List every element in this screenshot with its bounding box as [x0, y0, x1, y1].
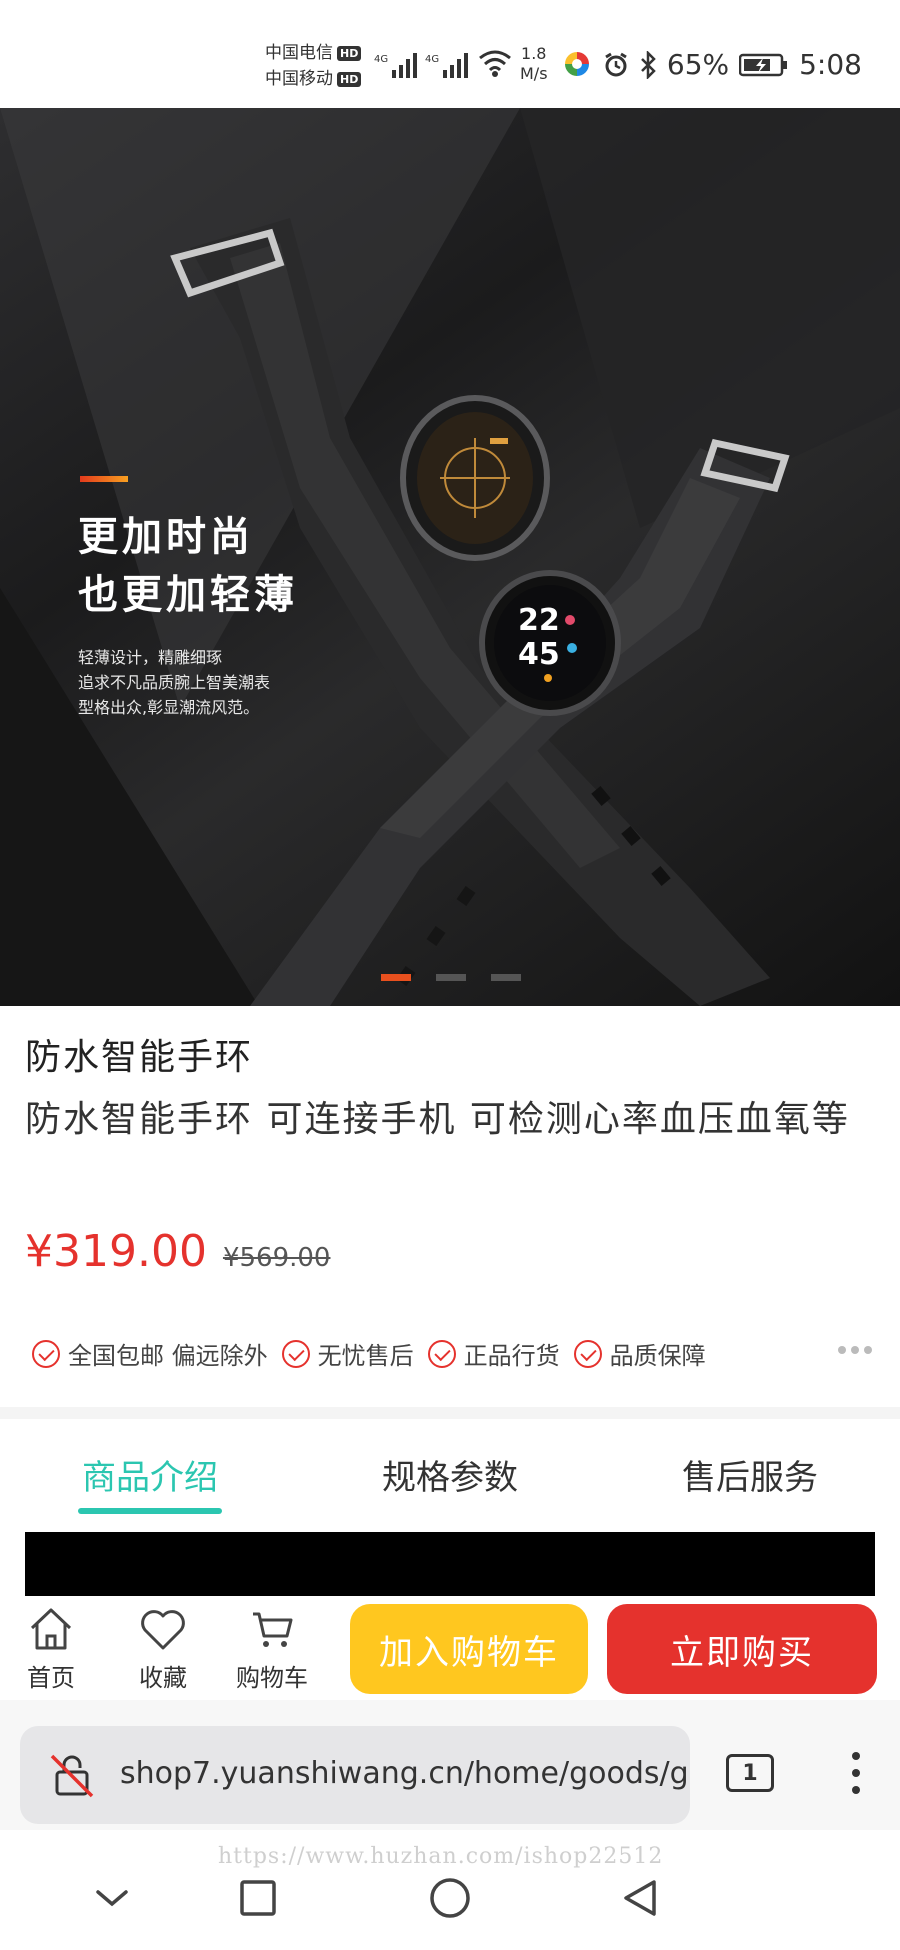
carrier-2-name: 中国移动 — [265, 69, 333, 89]
service-guarantees: 全国包邮 偏远除外 无忧售后 正品行货 品质保障 — [32, 1336, 872, 1371]
hero-accent-bar — [80, 476, 128, 482]
tab-label: 规格参数 — [382, 1457, 518, 1498]
favorite-label: 收藏 — [139, 1664, 187, 1692]
detail-content-image — [25, 1532, 875, 1598]
app-notification-icon — [565, 52, 589, 76]
product-name: 防水智能手环 — [25, 1037, 254, 1078]
cart-nav-button[interactable]: 购物车 — [236, 1604, 308, 1693]
browser-menu-icon[interactable] — [852, 1752, 860, 1794]
svg-text:45: 45 — [518, 637, 560, 672]
svg-text:4G: 4G — [374, 54, 388, 65]
carousel-dot-2[interactable] — [436, 974, 466, 981]
tab-product-intro[interactable]: 商品介绍 — [0, 1420, 300, 1528]
hero-title: 更加时尚 也更加轻薄 — [78, 508, 298, 624]
signal-4g-icon-1: 4G — [374, 53, 417, 78]
guarantee-item: 正品行货 — [427, 1336, 560, 1371]
bluetooth-icon — [640, 50, 656, 79]
hero-sub-line-1: 轻薄设计，精雕细琢 — [78, 648, 223, 667]
tab-after-sales[interactable]: 售后服务 — [600, 1420, 900, 1528]
home-label: 首页 — [27, 1664, 75, 1692]
hero-title-line-1: 更加时尚 — [78, 514, 254, 560]
carrier-1-name: 中国电信 — [265, 43, 333, 63]
favorite-button[interactable]: 收藏 — [137, 1604, 189, 1693]
tab-switcher-button[interactable]: 1 — [726, 1754, 774, 1792]
tab-label: 商品介绍 — [82, 1457, 218, 1498]
home-button[interactable]: 首页 — [26, 1604, 76, 1693]
carousel-dot-1[interactable] — [381, 974, 411, 981]
cart-icon — [253, 1612, 293, 1647]
check-circle-icon — [427, 1339, 456, 1368]
system-nav-bar — [0, 1860, 900, 1950]
current-price: ¥319.00 — [25, 1226, 207, 1277]
net-speed-value: 1.8 — [521, 44, 547, 63]
hd-badge-2: HD — [337, 71, 362, 87]
check-circle-icon — [281, 1339, 310, 1368]
hero-sub-line-2: 追求不凡品质腕上智美潮表 — [78, 673, 271, 692]
battery-icon — [739, 53, 788, 76]
carousel-indicator — [381, 974, 521, 981]
wifi-icon — [479, 50, 511, 77]
detail-tabs: 商品介绍 规格参数 售后服务 — [0, 1420, 900, 1528]
add-to-cart-button[interactable]: 加入购物车 — [350, 1604, 588, 1694]
address-bar[interactable]: shop7.yuanshiwang.cn/home/goods/goods — [20, 1726, 690, 1824]
home-icon — [30, 1608, 72, 1650]
price-row: ¥319.00 ¥569.00 — [25, 1226, 330, 1277]
hide-keyboard-icon[interactable] — [92, 1878, 132, 1918]
back-triangle-icon[interactable] — [620, 1878, 660, 1918]
status-bar: 中国电信 HD 中国移动 HD 4G 4G 1.8 M/s 65% 5:08 — [0, 0, 900, 108]
guarantee-label: 正品行货 — [463, 1342, 560, 1370]
more-guarantees-icon[interactable] — [838, 1346, 872, 1354]
section-divider — [0, 1407, 900, 1419]
check-circle-icon — [32, 1339, 60, 1368]
guarantee-label: 品质保障 — [609, 1342, 706, 1370]
signal-4g-icon-2: 4G — [425, 53, 468, 78]
heart-icon — [141, 1610, 185, 1650]
home-circle-icon[interactable] — [428, 1878, 472, 1922]
alarm-icon — [605, 52, 627, 76]
product-image-carousel[interactable]: 22 45 更加时尚 也更加轻薄 轻薄设计，精雕细琢 追求不凡品质腕上智美潮表 … — [0, 108, 900, 1006]
guarantee-item: 全国包邮 偏远除外 — [32, 1336, 268, 1371]
status-right: 65% 5:08 — [603, 48, 862, 81]
buy-now-button[interactable]: 立即购买 — [607, 1604, 877, 1694]
product-description: 防水智能手环 可连接手机 可检测心率血压血氧等 — [25, 1099, 850, 1140]
guarantee-label: 全国包邮 偏远除外 — [68, 1342, 268, 1370]
hero-sub-line-3: 型格出众,彰显潮流风范。 — [78, 698, 260, 717]
clock-time: 5:08 — [799, 48, 862, 81]
hero-title-line-2: 也更加轻薄 — [78, 572, 298, 618]
original-price: ¥569.00 — [222, 1243, 331, 1273]
carousel-dot-3[interactable] — [491, 974, 521, 981]
guarantee-item: 无忧售后 — [281, 1336, 414, 1371]
recents-square-icon[interactable] — [238, 1878, 278, 1918]
guarantee-label: 无忧售后 — [317, 1342, 414, 1370]
network-speed: 1.8 M/s — [520, 44, 548, 84]
svg-text:4G: 4G — [425, 54, 439, 65]
url-text: shop7.yuanshiwang.cn/home/goods/goods — [120, 1756, 690, 1791]
bottom-action-bar: 首页 收藏 购物车 加入购物车 立即购买 — [0, 1596, 900, 1700]
hero-subtitle: 轻薄设计，精雕细琢 追求不凡品质腕上智美潮表 型格出众,彰显潮流风范。 — [78, 645, 270, 720]
active-tab-indicator — [78, 1508, 222, 1514]
hd-badge-1: HD — [337, 45, 362, 61]
browser-toolbar: shop7.yuanshiwang.cn/home/goods/goods 1 — [0, 1700, 900, 1830]
svg-text:22: 22 — [518, 603, 560, 638]
net-speed-unit: M/s — [520, 64, 548, 83]
tab-label: 售后服务 — [682, 1457, 818, 1498]
insecure-lock-icon — [50, 1754, 94, 1798]
tab-specifications[interactable]: 规格参数 — [300, 1420, 600, 1528]
carrier-info: 中国电信 HD 中国移动 HD — [265, 40, 362, 92]
cart-label: 购物车 — [236, 1664, 308, 1692]
battery-percent: 65% — [666, 48, 730, 81]
guarantee-item: 品质保障 — [573, 1336, 706, 1371]
check-circle-icon — [573, 1339, 602, 1368]
